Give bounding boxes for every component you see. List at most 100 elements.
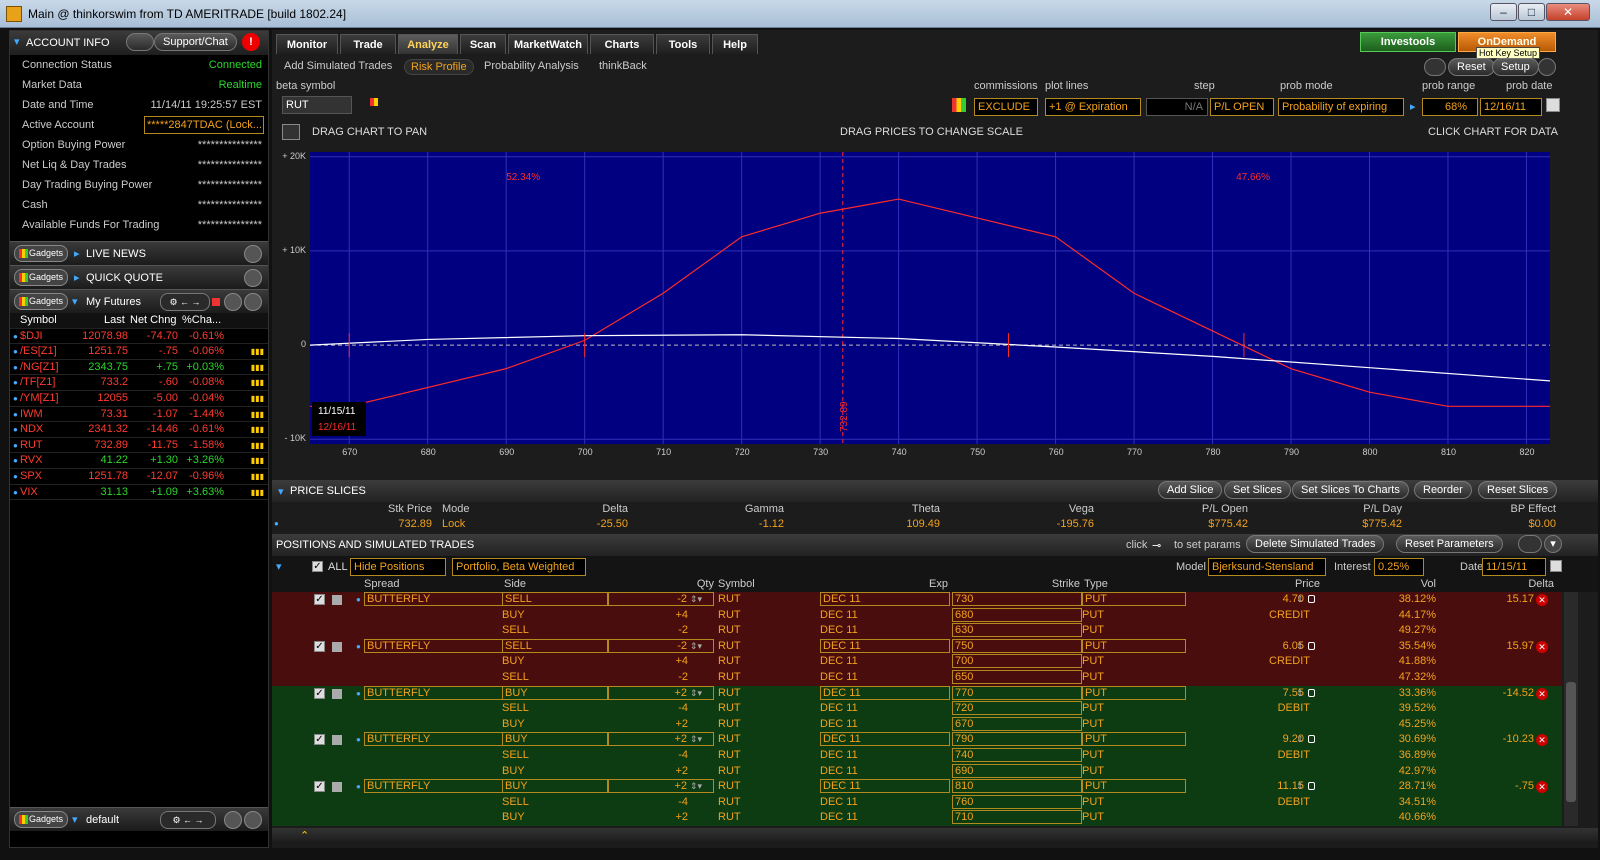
gadgets-button[interactable]: Gadgets [14, 293, 68, 310]
exp-dropdown[interactable]: DEC 11 [820, 795, 950, 811]
active-account-dropdown[interactable]: *****2847TDAC (Lock... [144, 116, 264, 134]
subtab-add-simulated-trades[interactable]: Add Simulated Trades [284, 60, 392, 72]
price-cell[interactable]: DEBIT [1278, 748, 1310, 764]
tab-monitor[interactable]: Monitor [276, 34, 338, 54]
reset-button[interactable]: Reset [1448, 58, 1495, 76]
strike-dropdown[interactable]: 740 [952, 748, 1082, 762]
calendar-icon[interactable] [1550, 560, 1562, 572]
type-dropdown[interactable]: PUT [1082, 795, 1186, 811]
print-icon[interactable] [1424, 58, 1446, 76]
row-checkbox[interactable]: ✓ [314, 734, 325, 746]
row-toggle[interactable] [332, 641, 342, 652]
futures-row[interactable]: ● /TF[Z1] 733.2 -.60 -0.08% ▮▮▮ [10, 375, 268, 391]
gadgets-button[interactable]: Gadgets [14, 245, 68, 262]
row-toggle[interactable] [332, 595, 342, 605]
print-icon[interactable] [224, 293, 242, 311]
lock-icon[interactable] [1308, 688, 1315, 697]
slice-value-0[interactable]: 732.89 [398, 518, 432, 530]
lock-icon[interactable] [1308, 595, 1315, 603]
remove-icon[interactable]: ✕ [1536, 640, 1548, 653]
strike-dropdown[interactable]: 720 [952, 701, 1082, 716]
strike-dropdown[interactable]: 710 [952, 810, 1082, 825]
slice-value-1[interactable]: Lock [442, 518, 465, 530]
strike-dropdown[interactable]: 680 [952, 607, 1082, 622]
strike-dropdown[interactable]: 670 [952, 716, 1082, 731]
exp-dropdown[interactable]: DEC 11 [820, 592, 950, 606]
col-net-chng[interactable]: Net Chng [130, 313, 176, 329]
exp-dropdown[interactable]: DEC 11 [820, 732, 950, 747]
gadgets-button[interactable]: Gadgets [14, 811, 68, 828]
qty-input[interactable]: +2 [608, 717, 714, 733]
alert-icon[interactable]: ! [242, 33, 260, 51]
exp-dropdown[interactable]: DEC 11 [820, 810, 950, 826]
positions-scrollbar[interactable] [1564, 592, 1578, 826]
maximize-button[interactable]: □ [1518, 3, 1545, 21]
print-icon[interactable] [224, 811, 242, 829]
strike-dropdown[interactable]: 810 [952, 779, 1082, 794]
price-stepper-icon[interactable]: ⇕ [1296, 639, 1304, 655]
price-stepper-icon[interactable]: ⇕ [1296, 779, 1304, 795]
position-row[interactable]: ✓ ● BUTTERFLY BUY +2 ⇕▾ RUT DEC 11 770 PU… [272, 685, 1562, 702]
plot-lines-dropdown[interactable]: +1 @ Expiration [1045, 98, 1141, 116]
remove-icon[interactable]: ✕ [1536, 687, 1548, 700]
position-row[interactable]: ✓ ● BUTTERFLY SELL -2 ⇕▾ RUT DEC 11 750 P… [272, 638, 1562, 655]
settings-arrows-icon[interactable]: ⚙ ← → [160, 811, 216, 829]
qty-stepper-icon[interactable]: ⇕▾ [690, 732, 702, 748]
exp-dropdown[interactable]: DEC 11 [820, 748, 950, 764]
qty-stepper-icon[interactable]: ⇕▾ [690, 592, 702, 608]
side-dropdown[interactable]: BUY [502, 764, 608, 780]
position-row[interactable]: ✓ ● BUTTERFLY BUY +2 ⇕▾ RUT DEC 11 810 PU… [272, 779, 1562, 795]
lock-icon[interactable] [1308, 782, 1315, 791]
scrollbar-thumb[interactable] [1566, 682, 1576, 802]
position-row[interactable]: BUY +2 RUT DEC 11 670 PUT 45.25% [272, 716, 1562, 733]
row-toggle[interactable] [332, 735, 342, 746]
risk-profile-chart[interactable]: 52.34% 47.66% 732.89 11/15/11 12/16/11 [310, 152, 1550, 444]
type-dropdown[interactable]: PUT [1082, 732, 1186, 747]
strike-dropdown[interactable]: 770 [952, 685, 1082, 700]
reset-parameters-button[interactable]: Reset Parameters [1396, 535, 1503, 553]
col-symbol[interactable]: Symbol [718, 578, 755, 590]
price-stepper-icon[interactable]: ⇕ [1296, 592, 1304, 608]
exp-dropdown[interactable]: DEC 11 [820, 717, 950, 733]
col-qty[interactable]: Qty [697, 578, 714, 590]
popout-icon[interactable] [244, 293, 262, 311]
row-checkbox[interactable]: ✓ [314, 640, 325, 652]
support-chat-button[interactable]: Support/Chat [154, 33, 237, 51]
col-type[interactable]: Type [1084, 578, 1108, 590]
tab-trade[interactable]: Trade [340, 34, 396, 54]
qty-stepper-icon[interactable]: ⇕▾ [690, 686, 702, 702]
chart-bars-icon[interactable]: ▮▮▮ [251, 485, 264, 501]
default-gadget[interactable]: Gadgets ▾ default ⚙ ← → [10, 807, 268, 831]
quick-quote-gadget[interactable]: Gadgets ▸ QUICK QUOTE [10, 265, 268, 289]
futures-row[interactable]: ● NDX 2341.32 -14.46 -0.61% ▮▮▮ [10, 422, 268, 438]
futures-row[interactable]: ● RVX 41.22 +1.30 +3.26% ▮▮▮ [10, 453, 268, 469]
color-icon[interactable] [370, 98, 378, 106]
type-dropdown[interactable]: PUT [1082, 701, 1186, 717]
subtab-thinkback[interactable]: thinkBack [599, 60, 647, 72]
futures-row[interactable]: ● /NG[Z1] 2343.75 +.75 +0.03% ▮▮▮ [10, 360, 268, 376]
type-dropdown[interactable]: PUT [1082, 623, 1186, 639]
minimize-button[interactable]: – [1490, 3, 1517, 21]
position-row[interactable]: BUY +4 RUT DEC 11 700 PUT CREDIT 41.88% [272, 654, 1562, 670]
price-stepper-icon[interactable]: ⇕ [1296, 732, 1304, 748]
settings-arrows-icon[interactable]: ⚙ ← → [160, 293, 210, 311]
subtab-risk-profile[interactable]: Risk Profile [404, 59, 474, 75]
futures-row[interactable]: ● /YM[Z1] 12055 -5.00 -0.04% ▮▮▮ [10, 391, 268, 407]
qty-stepper-icon[interactable]: ⇕▾ [690, 639, 702, 655]
type-dropdown[interactable]: PUT [1082, 779, 1186, 794]
row-checkbox[interactable]: ✓ [314, 687, 325, 699]
col-delta[interactable]: Delta [1528, 578, 1554, 590]
type-dropdown[interactable]: PUT [1082, 748, 1186, 764]
model-dropdown[interactable]: Bjerksund-Stensland [1208, 558, 1326, 576]
popout-icon[interactable] [244, 269, 262, 287]
col-exp[interactable]: Exp [929, 578, 948, 590]
remove-icon[interactable]: ✕ [1536, 734, 1548, 747]
popout-icon[interactable] [244, 811, 262, 829]
type-dropdown[interactable]: PUT [1082, 638, 1186, 653]
account-info-header[interactable]: ▾ ACCOUNT INFO Support/Chat ! [10, 31, 268, 55]
subtab-probability-analysis[interactable]: Probability Analysis [484, 60, 579, 72]
strike-dropdown[interactable]: 690 [952, 763, 1082, 778]
row-toggle[interactable] [332, 782, 342, 793]
type-dropdown[interactable]: PUT [1082, 717, 1186, 733]
price-cell[interactable]: CREDIT [1269, 608, 1310, 624]
